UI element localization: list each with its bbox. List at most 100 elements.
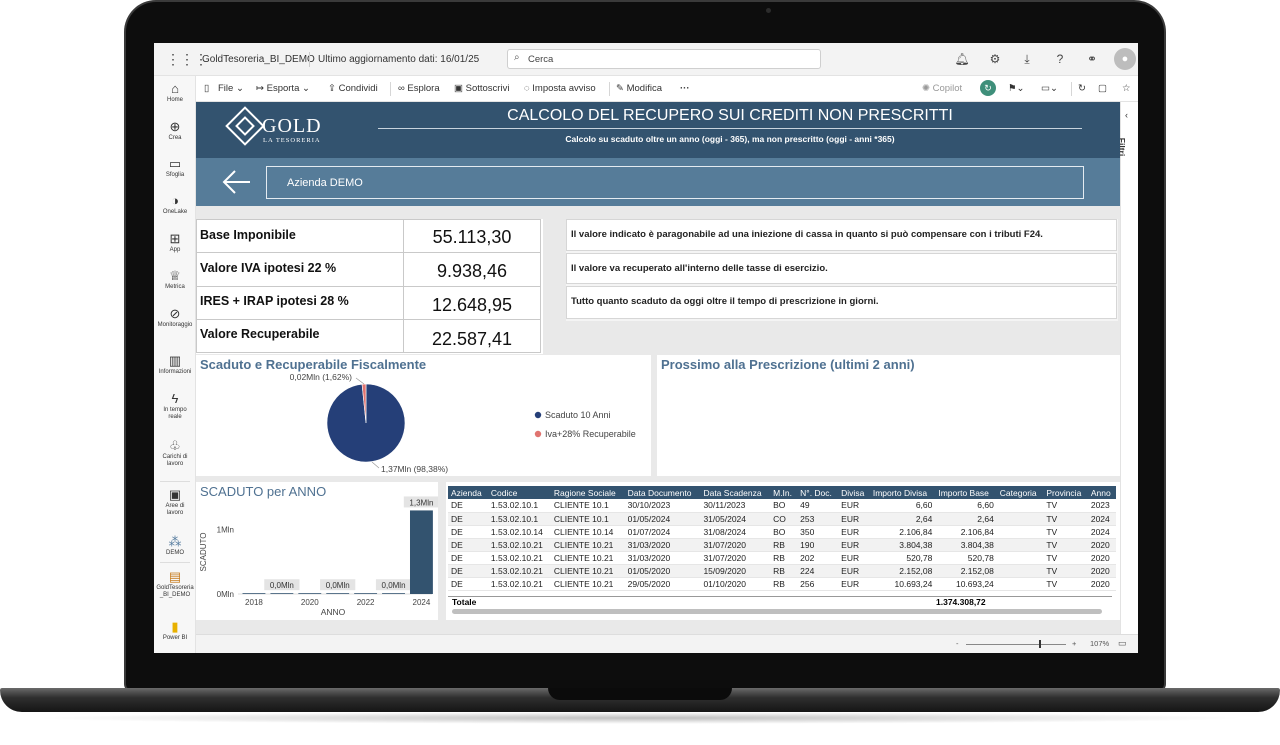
- download-icon[interactable]: ⤓: [1019, 51, 1035, 67]
- nav-item-monitoraggio[interactable]: ⊘ Monitoraggio: [154, 307, 196, 329]
- reload-icon[interactable]: ↻: [1078, 83, 1086, 94]
- table-row[interactable]: DE 1.53.02.10.21 CLIENTE 10.21 01/05/2020 15…: [448, 564, 1116, 578]
- column-header[interactable]: Data Scadenza: [700, 486, 771, 499]
- fit-page-icon[interactable]: ▭: [1118, 638, 1127, 649]
- data-table-card: Azienda Codice Ragione Sociale Data Documen…: [446, 482, 1120, 620]
- column-header[interactable]: M.In.: [770, 486, 798, 499]
- report-title: CALCOLO DEL RECUPERO SUI CREDITI NON PRE…: [507, 107, 953, 124]
- column-header[interactable]: Importo Base: [935, 486, 997, 499]
- nav-item-powerbi[interactable]: ▮ Power BI: [154, 620, 196, 642]
- export-menu[interactable]: ↦ Esporta ⌄: [256, 83, 310, 94]
- status-bar: - + 107% ▭: [196, 634, 1138, 653]
- nav-item-crea[interactable]: ⊕ Crea: [154, 120, 196, 142]
- star-icon[interactable]: ☆: [1122, 83, 1131, 94]
- column-header[interactable]: Divisa: [838, 486, 870, 499]
- bar-data-label: 0,0Mln: [326, 581, 350, 590]
- nav-item-metrica[interactable]: ♕ Metrica: [154, 269, 196, 291]
- table-row[interactable]: DE 1.53.02.10.1 CLIENTE 10.1 01/05/2024 31/0…: [448, 512, 1116, 526]
- bell-icon[interactable]: 🔔︎: [954, 51, 970, 67]
- report-name[interactable]: GoldTesoreria_BI_DEMO: [202, 54, 315, 65]
- nav-item-home[interactable]: ⌂ Home: [154, 82, 196, 104]
- nav-label: Crea: [168, 135, 182, 141]
- table-cell: 2020: [1087, 564, 1116, 578]
- nav-item-aree[interactable]: ▣ Aree di lavoro: [154, 488, 196, 517]
- nav-item-in-tempo-reale[interactable]: ϟ In tempo reale: [154, 392, 196, 421]
- table-cell: EUR: [838, 512, 870, 526]
- company-field[interactable]: Azienda DEMO: [266, 166, 1084, 199]
- nav-item-informazioni[interactable]: ▥ Informazioni: [154, 354, 196, 376]
- table-cell: 224: [797, 564, 839, 578]
- table-cell: 190: [797, 538, 839, 552]
- search-input[interactable]: Cerca: [528, 54, 553, 65]
- left-nav: ⌂ Home ⊕ Crea ▭ Sfoglia ◑ OneLake ⊞ App ♕ Metr…: [154, 76, 196, 653]
- lightning-icon: ϟ: [171, 391, 179, 406]
- table-cell: BO: [770, 499, 798, 513]
- table-row[interactable]: DE 1.53.02.10.21 CLIENTE 10.21 29/05/2020 01…: [448, 577, 1116, 591]
- share-button[interactable]: ⇪ Condividi: [328, 83, 378, 94]
- table-cell: CLIENTE 10.21: [550, 538, 625, 552]
- bar: [382, 593, 405, 594]
- zoom-out-button[interactable]: -: [956, 639, 959, 648]
- book-icon: ▥: [168, 353, 182, 368]
- help-icon[interactable]: ?: [1052, 51, 1068, 67]
- table-cell: 2.106,84: [869, 525, 936, 539]
- table-cell: TV: [1043, 525, 1088, 539]
- view-icon[interactable]: ▭⌄: [1041, 83, 1058, 94]
- column-header[interactable]: Data Documento: [624, 486, 701, 499]
- nav-item-demo[interactable]: ⁂ DEMO: [154, 535, 196, 557]
- back-arrow-icon[interactable]: [222, 169, 252, 195]
- zoom-slider[interactable]: [966, 644, 1066, 645]
- column-header[interactable]: Ragione Sociale: [550, 486, 625, 499]
- last-update[interactable]: Ultimo aggiornamento dati: 16/01/25: [318, 54, 479, 65]
- column-header[interactable]: Codice: [487, 486, 551, 499]
- nav-item-sfoglia[interactable]: ▭ Sfoglia: [154, 157, 196, 179]
- edit-button[interactable]: ✎ Modifica: [616, 83, 662, 94]
- nav-item-app[interactable]: ⊞ App: [154, 232, 196, 254]
- table-cell: EUR: [838, 551, 870, 565]
- nav-item-carichi[interactable]: ♧ Carichi di lavoro: [154, 439, 196, 468]
- copilot-button[interactable]: ✺ Copilot: [922, 83, 962, 94]
- explore-button[interactable]: ∞ Esplora: [398, 83, 440, 94]
- table-row[interactable]: DE 1.53.02.10.21 CLIENTE 10.21 31/03/2020 31…: [448, 538, 1116, 552]
- pie-data-label: 1,37Mln (98,38%): [381, 464, 448, 474]
- table-row[interactable]: DE 1.53.02.10.21 CLIENTE 10.21 31/03/2020 31…: [448, 551, 1116, 565]
- subscribe-button[interactable]: ▣ Sottoscrivi: [454, 83, 509, 94]
- column-header[interactable]: Provincia: [1043, 486, 1088, 499]
- avatar[interactable]: ●: [1114, 48, 1136, 70]
- horizontal-scrollbar[interactable]: [452, 609, 1102, 614]
- refresh-badge-icon[interactable]: ↻: [980, 80, 996, 96]
- workspaces-icon: ▣: [168, 487, 182, 502]
- filters-pane[interactable]: ‹ Filtri: [1117, 102, 1138, 653]
- zoom-slider-thumb[interactable]: [1039, 640, 1041, 648]
- comment-icon[interactable]: ▢: [1098, 83, 1107, 94]
- divider: [609, 82, 610, 96]
- table-cell: 01/05/2020: [624, 564, 701, 578]
- chevron-left-icon[interactable]: ‹: [1125, 110, 1128, 120]
- table-cell: 10.693,24: [935, 577, 997, 591]
- kpi-card: Base Imponibile 55.113,30 Valore IVA ipo…: [196, 219, 543, 354]
- file-menu[interactable]: File ⌄: [218, 83, 244, 94]
- share-people-icon[interactable]: ⚭: [1084, 51, 1100, 67]
- file-icon: ▯: [204, 83, 210, 94]
- nav-item-onelake[interactable]: ◑ OneLake: [154, 194, 196, 216]
- zoom-level: 107%: [1090, 639, 1110, 648]
- column-header[interactable]: Azienda: [448, 486, 488, 499]
- column-header[interactable]: Anno: [1087, 486, 1116, 499]
- column-header[interactable]: Importo Divisa: [869, 486, 936, 499]
- column-header[interactable]: N°. Doc.: [797, 486, 839, 499]
- nav-item-report[interactable]: ▤ GoldTesoreria_BI_DEMO: [154, 570, 196, 599]
- more-options-button[interactable]: ···: [680, 83, 690, 94]
- gear-icon[interactable]: ⚙: [987, 51, 1003, 67]
- table-cell: 10.693,24: [869, 577, 936, 591]
- bookmark-icon[interactable]: ⚑⌄: [1008, 83, 1024, 94]
- zoom-in-button[interactable]: +: [1072, 639, 1076, 648]
- column-header[interactable]: Categoria: [996, 486, 1044, 499]
- app-launcher-icon[interactable]: ⋮⋮⋮: [166, 51, 208, 67]
- table-row[interactable]: DE 1.53.02.10.14 CLIENTE 10.14 01/07/2024 31…: [448, 525, 1116, 539]
- search-box[interactable]: ⌕ Cerca: [507, 49, 821, 69]
- table-row[interactable]: DE 1.53.02.10.1 CLIENTE 10.1 30/10/2023 30/1…: [448, 499, 1116, 513]
- table-cell: [996, 499, 1044, 513]
- note-row: Il valore va recuperato all'interno dell…: [566, 253, 1117, 284]
- leader-line: [371, 461, 380, 469]
- alert-button[interactable]: ◌ Imposta avviso: [524, 83, 596, 94]
